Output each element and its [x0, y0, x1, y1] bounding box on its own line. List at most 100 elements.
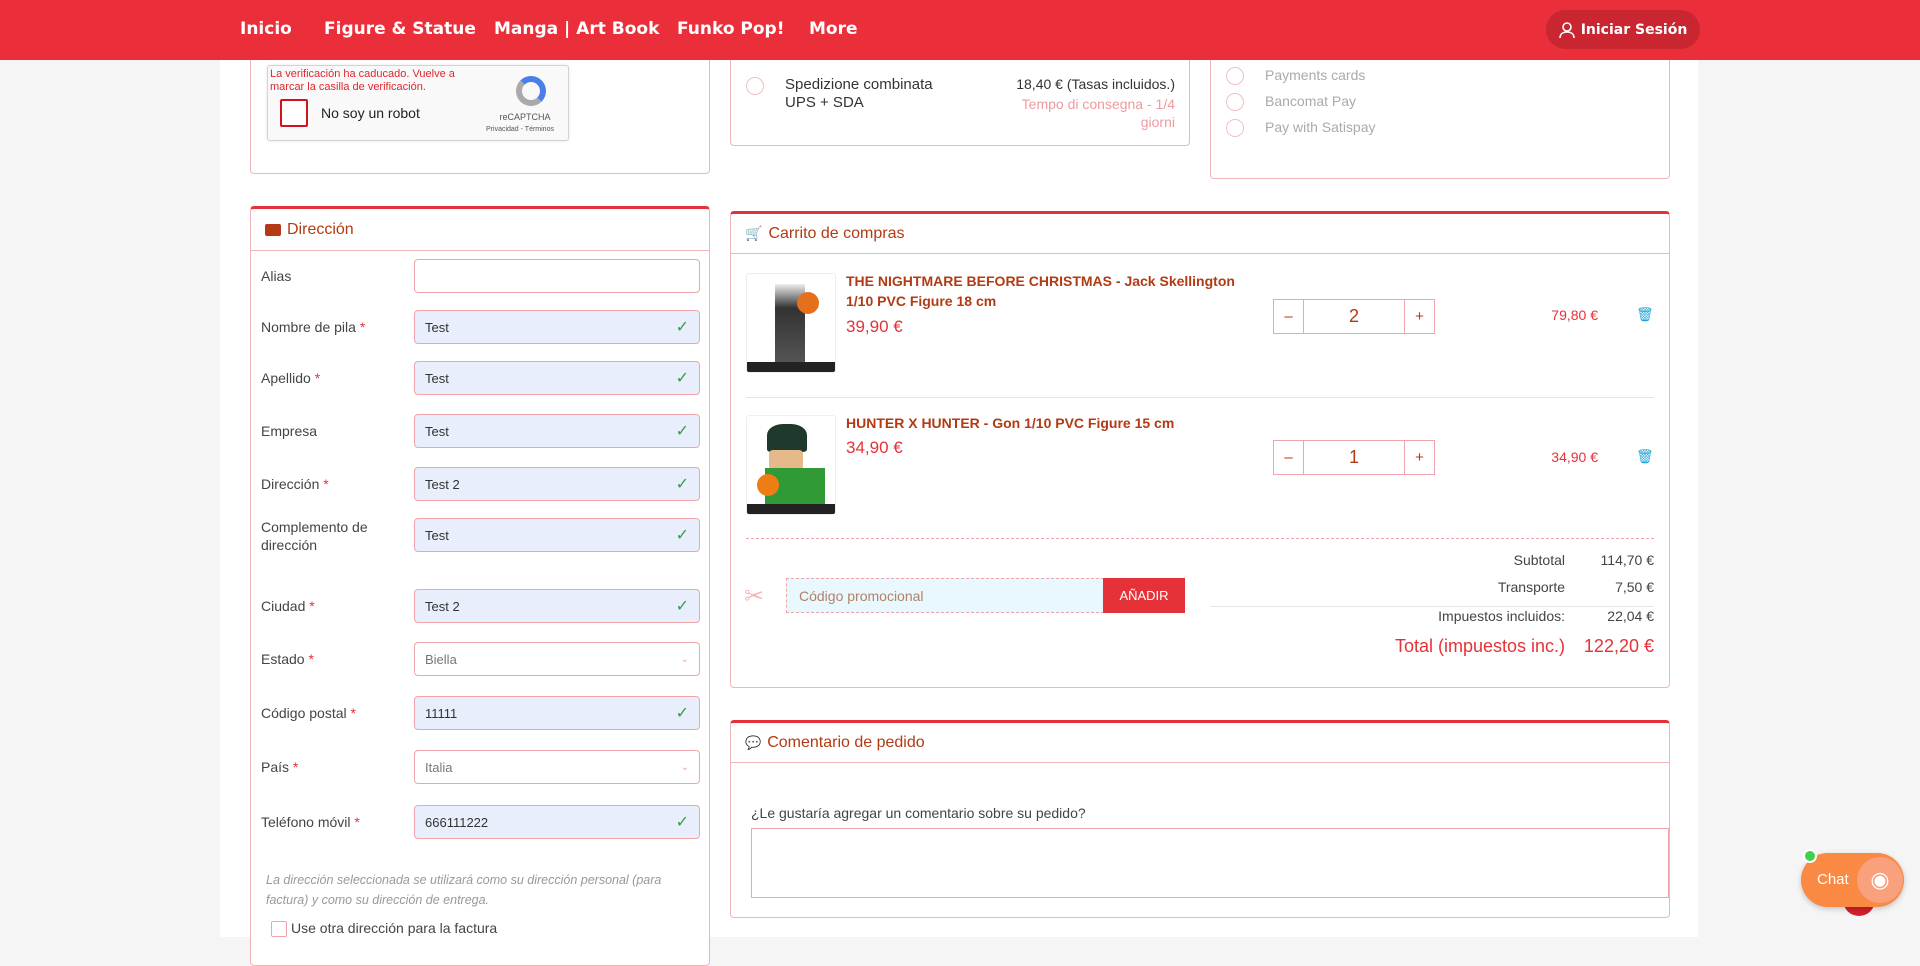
payment-radio-bancomat[interactable]	[1226, 93, 1244, 111]
chevron-down-icon: ⌄	[680, 761, 689, 773]
scissors-icon: ✂	[744, 583, 765, 610]
input-field[interactable]: Test ✓	[414, 518, 700, 552]
item-divider	[746, 397, 1654, 398]
input-field[interactable]: Test ✓	[414, 361, 700, 395]
check-icon: ✓	[675, 598, 689, 615]
field-value: 666111222	[425, 814, 489, 830]
nav-inicio[interactable]: Inicio	[240, 19, 292, 39]
required-marker: *	[355, 319, 366, 335]
nav-manga-art-book[interactable]: Manga | Art Book	[494, 19, 659, 39]
address-card-icon	[265, 223, 281, 236]
comment-title: Comentario de pedido	[767, 733, 925, 751]
payment-radio-satispay[interactable]	[1226, 119, 1244, 137]
field-value: Italia	[425, 759, 453, 775]
field-value: 11111	[425, 705, 458, 721]
field-label: Complemento de dirección	[261, 518, 401, 554]
payment-panel: Payments cards Bancomat Pay Pay with Sat…	[1210, 40, 1670, 179]
field-value: Test	[425, 370, 449, 386]
other-invoice-label[interactable]: Use otra dirección para la factura	[291, 920, 497, 936]
shipping-price: 18,40 € (Tasas incluidos.)	[1016, 76, 1175, 92]
select-field[interactable]: Biella ⌄	[414, 642, 700, 676]
decrease-button[interactable]: –	[1274, 441, 1303, 474]
required-marker: *	[319, 476, 329, 492]
field-label-text: Código postal	[261, 705, 347, 721]
chat-button[interactable]: Chat ◉	[1801, 849, 1904, 907]
product-title[interactable]: THE NIGHTMARE BEFORE CHRISTMAS - Jack Sk…	[846, 271, 1266, 311]
input-field[interactable]: Test ✓	[414, 414, 700, 448]
payment-radio-cards[interactable]	[1226, 67, 1244, 85]
field-value: Biella	[425, 651, 457, 667]
login-label: Iniciar Sesión	[1580, 21, 1688, 38]
quantity-stepper[interactable]: – 2 +	[1273, 299, 1435, 334]
comment-question: ¿Le gustaría agregar un comentario sobre…	[751, 805, 1086, 821]
trash-icon[interactable]: 🗑	[1636, 306, 1654, 323]
comment-panel: 💬 Comentario de pedido ¿Le gustaría agre…	[730, 720, 1670, 918]
field-label-text: Apellido	[261, 370, 311, 386]
top-nav: Inicio Figure & Statue Manga | Art Book …	[0, 0, 1920, 60]
comment-header: 💬 Comentario de pedido	[731, 723, 1669, 763]
quantity-stepper[interactable]: – 1 +	[1273, 440, 1435, 475]
nav-figure-statue[interactable]: Figure & Statue	[324, 19, 476, 39]
check-icon: ✓	[675, 319, 689, 336]
cart-title: Carrito de compras	[768, 224, 905, 242]
field-label: Dirección *	[261, 475, 401, 493]
product-image-gon[interactable]	[746, 415, 836, 515]
line-total: 79,80 €	[1551, 307, 1598, 323]
product-title[interactable]: HUNTER X HUNTER - Gon 1/10 PVC Figure 15…	[846, 413, 1266, 433]
required-marker: *	[304, 651, 314, 667]
payment-option-bancomat[interactable]: Bancomat Pay	[1265, 93, 1356, 109]
other-invoice-checkbox[interactable]	[271, 921, 287, 937]
required-marker: *	[305, 598, 315, 614]
decrease-button[interactable]: –	[1274, 300, 1303, 333]
recaptcha-links[interactable]: Privacidad - Términos	[474, 126, 566, 133]
nav-more[interactable]: More	[809, 19, 858, 39]
comment-icon: 💬	[745, 734, 762, 750]
promo-code-input[interactable]: Código promocional	[786, 578, 1104, 613]
increase-button[interactable]: +	[1405, 441, 1434, 474]
input-field[interactable]: Test ✓	[414, 310, 700, 344]
field-label-text: País	[261, 759, 290, 775]
field-label-text: Teléfono móvil	[261, 814, 351, 830]
product-unit-price: 34,90 €	[846, 438, 903, 457]
increase-button[interactable]: +	[1405, 300, 1434, 333]
input-field[interactable]	[414, 259, 700, 293]
field-label-text: Dirección	[261, 476, 320, 492]
comment-textarea[interactable]	[751, 828, 1669, 898]
input-field[interactable]: 11111 ✓	[414, 696, 700, 730]
user-icon	[1558, 21, 1575, 38]
subtotal-label: Subtotal	[1513, 552, 1565, 568]
field-label-text: Nombre de pila	[261, 319, 356, 335]
captcha-error: La verificación ha caducado. Vuelve a ma…	[270, 68, 455, 93]
required-marker: *	[350, 814, 360, 830]
field-label: Ciudad *	[261, 597, 401, 615]
required-marker: *	[289, 759, 299, 775]
captcha-checkbox[interactable]	[280, 99, 308, 127]
quantity-value[interactable]: 2	[1303, 300, 1405, 333]
totals-divider	[1210, 606, 1654, 607]
field-label-text: Alias	[261, 268, 292, 284]
input-field[interactable]: Test 2 ✓	[414, 467, 700, 501]
product-image-jack[interactable]	[746, 273, 836, 373]
cart-icon: 🛒	[745, 225, 763, 241]
input-field[interactable]: Test 2 ✓	[414, 589, 700, 623]
field-value: Test	[425, 319, 449, 335]
field-label: Empresa	[261, 422, 401, 440]
check-icon: ✓	[675, 814, 689, 831]
total-value: 122,20 €	[1583, 636, 1654, 656]
trash-icon[interactable]: 🗑	[1636, 448, 1654, 465]
check-icon: ✓	[675, 476, 689, 493]
input-field[interactable]: 666111222 ✓	[414, 805, 700, 839]
recaptcha-logo-icon	[516, 76, 546, 106]
select-field[interactable]: Italia ⌄	[414, 750, 700, 784]
shipping-radio[interactable]	[746, 77, 764, 95]
promo-add-button[interactable]: AÑADIR	[1103, 578, 1185, 613]
quantity-value[interactable]: 1	[1303, 441, 1405, 474]
payment-option-cards[interactable]: Payments cards	[1265, 67, 1365, 83]
field-label-text: Complemento de dirección	[261, 519, 368, 553]
shipping-name: Spedizione combinata UPS + SDA	[785, 76, 933, 111]
nav-funko-pop[interactable]: Funko Pop!	[677, 19, 784, 39]
product-unit-price: 39,90 €	[846, 317, 903, 336]
recaptcha-widget: La verificación ha caducado. Vuelve a ma…	[267, 65, 569, 141]
login-button[interactable]: Iniciar Sesión	[1546, 10, 1700, 49]
payment-option-satispay[interactable]: Pay with Satispay	[1265, 119, 1376, 135]
